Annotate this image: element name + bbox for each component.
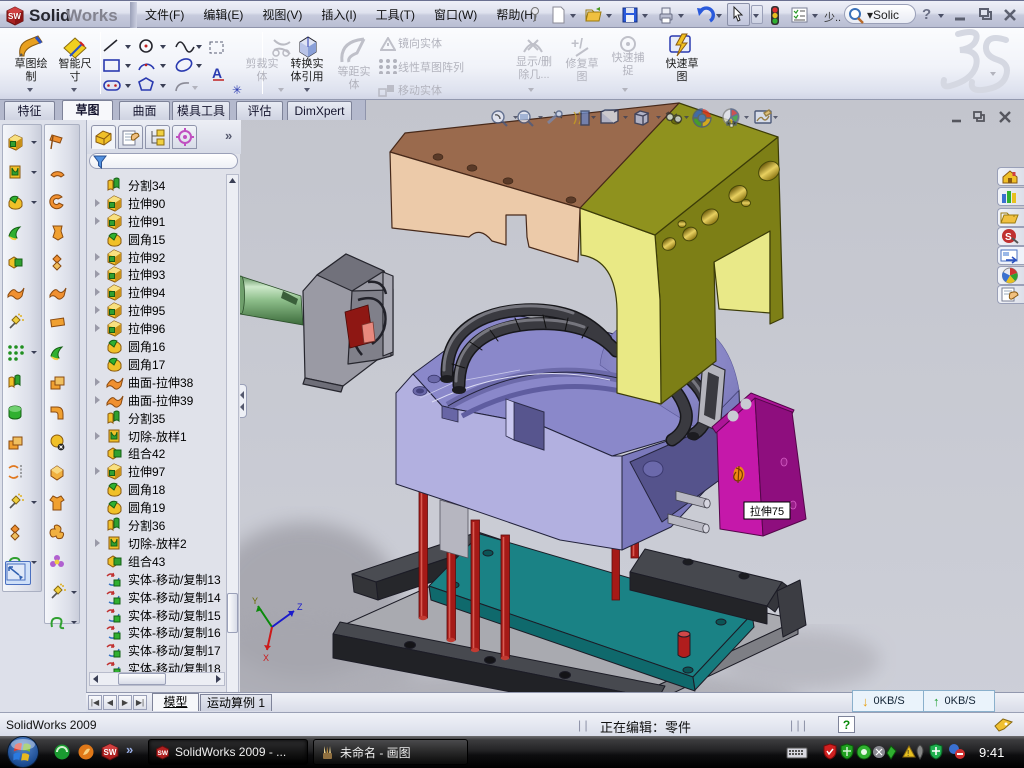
svg-text:SW: SW [8,12,21,21]
svg-text:Works: Works [66,6,118,25]
svg-text:Solid: Solid [29,6,71,25]
svg-text:X: X [263,653,269,663]
svg-text:SW: SW [158,750,169,757]
svg-text:S: S [1005,232,1012,243]
svg-text:✳: ✳ [232,83,242,97]
svg-text:!: ! [907,749,909,758]
svg-text:Z: Z [297,602,303,612]
svg-text:A: A [212,65,222,81]
svg-text:拉伸75: 拉伸75 [750,504,784,518]
svg-text:Y: Y [252,596,258,606]
svg-text:SW: SW [104,748,117,757]
svg-text:+/: +/ [571,35,583,51]
